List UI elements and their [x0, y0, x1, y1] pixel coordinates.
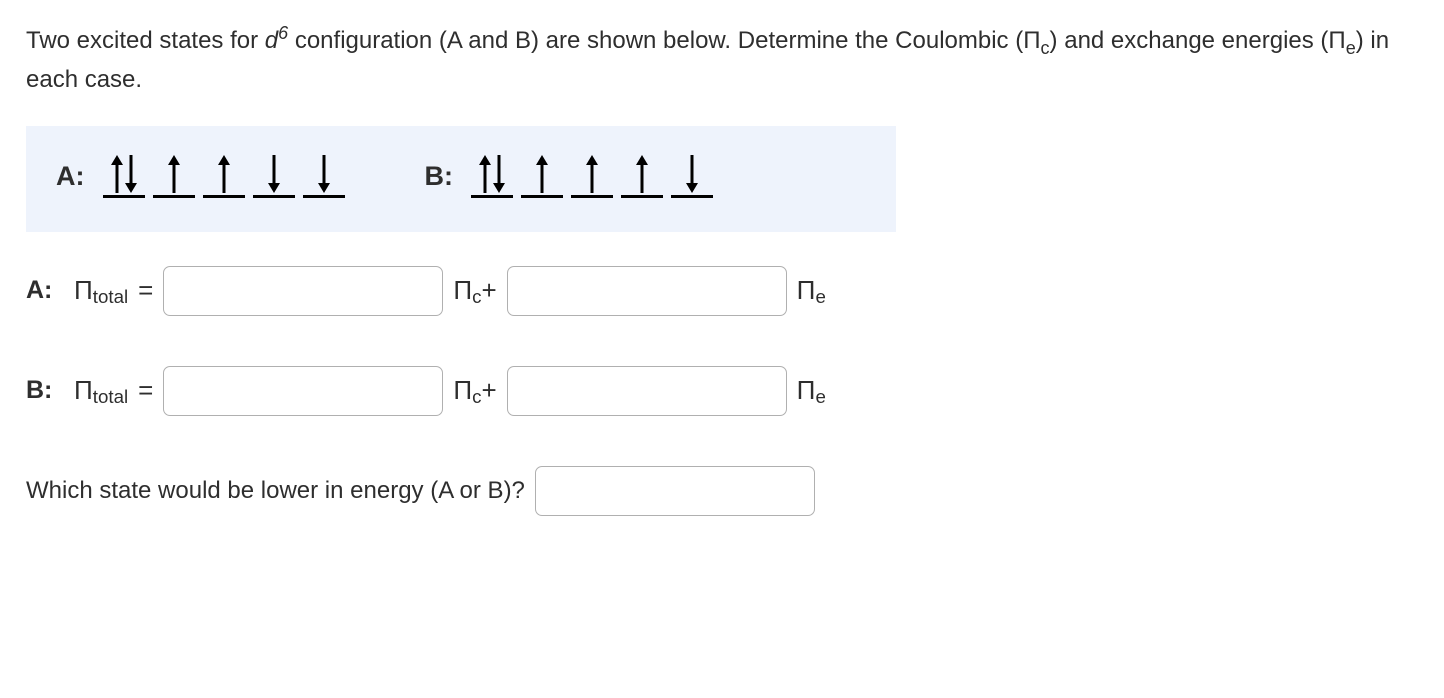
config-A: A: [56, 154, 345, 198]
row-A-total-sub: total [93, 283, 128, 311]
input-B-exchange[interactable] [507, 366, 787, 416]
q-line2-pre: and exchange energies (Π [1064, 27, 1346, 54]
spin-down-icon [685, 155, 699, 193]
spin-up-icon [635, 155, 649, 193]
q-pic-sub: c [1041, 38, 1050, 58]
row-A-eq: = [138, 271, 153, 310]
row-B-pie: Πe [797, 371, 826, 410]
q-d: d [265, 27, 278, 54]
orbitals-B [471, 154, 713, 198]
orbital [671, 154, 713, 198]
row-B-pi-total-sym: Π [74, 371, 93, 410]
row-A-pi-total-sym: Π [74, 271, 93, 310]
spin-down-icon [267, 155, 281, 193]
orbital [153, 154, 195, 198]
row-B-pic-sym: Π [453, 371, 472, 410]
orbital [253, 154, 295, 198]
row-A-plus: + [481, 271, 496, 310]
answer-row-B: B: Πtotal = Πc + Πe [26, 366, 1418, 416]
q-line1-post: ) [1050, 27, 1058, 54]
orbital [203, 154, 245, 198]
spin-up-icon [167, 155, 181, 193]
input-B-coulombic[interactable] [163, 366, 443, 416]
config-B: B: [425, 154, 714, 198]
spin-up-icon [110, 155, 124, 193]
row-B-total-sub: total [93, 383, 128, 411]
row-B-pie-sub: e [815, 383, 825, 411]
config-A-label: A: [56, 156, 85, 197]
orbital [103, 154, 145, 198]
q-pie-sub: e [1346, 38, 1356, 58]
question-prompt: Two excited states for d6 configuration … [26, 20, 1418, 98]
row-B-pie-sym: Π [797, 371, 816, 410]
input-A-coulombic[interactable] [163, 266, 443, 316]
orbitals-A [103, 154, 345, 198]
answer-row-A: A: Πtotal = Πc + Πe [26, 266, 1418, 316]
row-A-pic-sym: Π [453, 271, 472, 310]
final-question-row: Which state would be lower in energy (A … [26, 466, 1418, 516]
spin-down-icon [124, 155, 138, 193]
orbital [571, 154, 613, 198]
row-A-pie: Πe [797, 271, 826, 310]
orbital-diagram-box: A: B: [26, 126, 896, 232]
spin-down-icon [492, 155, 506, 193]
spin-down-icon [317, 155, 331, 193]
spin-up-icon [217, 155, 231, 193]
q-exp: 6 [278, 23, 288, 43]
input-A-exchange[interactable] [507, 266, 787, 316]
orbital [471, 154, 513, 198]
row-B-pic-sub: c [472, 383, 481, 411]
spin-up-icon [478, 155, 492, 193]
row-A-pic: Πc + [453, 271, 496, 310]
row-A-pi-total: Πtotal [74, 271, 128, 310]
q-line1-pre: Two excited states for [26, 27, 265, 54]
spin-up-icon [585, 155, 599, 193]
row-A-prefix: A: [26, 272, 64, 310]
orbital [521, 154, 563, 198]
spin-up-icon [535, 155, 549, 193]
config-B-label: B: [425, 156, 454, 197]
orbital [303, 154, 345, 198]
final-question-text: Which state would be lower in energy (A … [26, 473, 525, 509]
row-B-plus: + [481, 371, 496, 410]
q-line1-mid: configuration (A and B) are shown below.… [288, 27, 1040, 54]
row-B-eq: = [138, 371, 153, 410]
input-lower-energy[interactable] [535, 466, 815, 516]
row-A-pie-sub: e [815, 283, 825, 311]
row-A-pie-sym: Π [797, 271, 816, 310]
row-A-pic-sub: c [472, 283, 481, 311]
orbital [621, 154, 663, 198]
row-B-pi-total: Πtotal [74, 371, 128, 410]
row-B-prefix: B: [26, 372, 64, 410]
row-B-pic: Πc + [453, 371, 496, 410]
